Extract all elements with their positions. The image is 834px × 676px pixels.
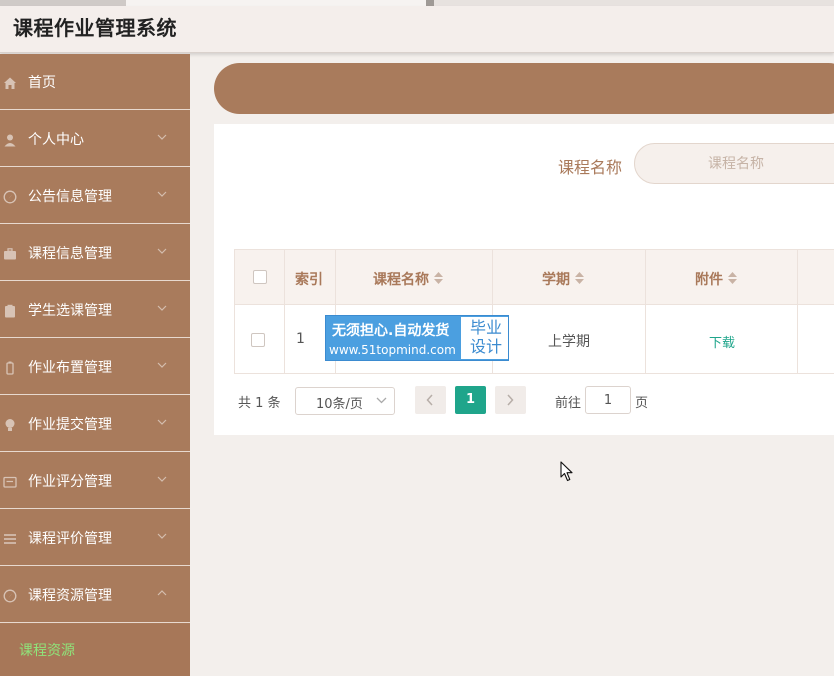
sidebar-item-7[interactable]: 作业提交管理 xyxy=(0,396,190,452)
sidebar-item-9[interactable]: 课程评价管理 xyxy=(0,510,190,566)
sort-icon[interactable] xyxy=(728,272,737,288)
sort-icon[interactable] xyxy=(434,272,443,288)
top-header: 课程作业管理系统 xyxy=(0,6,834,53)
cell-index: 1 xyxy=(296,331,305,347)
column-header-label: 索引 xyxy=(295,272,323,288)
prev-page-button[interactable] xyxy=(415,386,446,414)
sidebar-item-label: 公告信息管理 xyxy=(28,189,112,205)
sidebar-item-label: 作业评分管理 xyxy=(28,474,112,490)
column-header-label: 学期 xyxy=(542,272,570,288)
page-size-select[interactable]: 10条/页 xyxy=(295,387,395,415)
compass-icon xyxy=(3,190,17,204)
sidebar-item-10[interactable]: 课程资源管理 xyxy=(0,567,190,623)
home-icon xyxy=(4,77,16,89)
goto-page-input[interactable] xyxy=(585,386,631,414)
sidebar-item-label: 作业布置管理 xyxy=(28,360,112,376)
app-title: 课程作业管理系统 xyxy=(13,16,177,40)
bulb-icon xyxy=(5,419,15,431)
column-header-label: 课程名称 xyxy=(373,272,429,288)
sidebar-item-8[interactable]: 作业评分管理 xyxy=(0,453,190,509)
sidebar-item-label: 课程评价管理 xyxy=(28,531,112,547)
sidebar-item-label: 首页 xyxy=(28,75,56,91)
column-divider xyxy=(797,250,798,373)
next-page-button[interactable] xyxy=(495,386,526,414)
search-label: 课程名称 xyxy=(558,158,623,177)
sidebar: 首页个人中心公告信息管理 课程信息管理 学生选课管理 作业布置管理 作业提交管理 作业评分… xyxy=(0,54,190,676)
sidebar-item-label: 课程资源管理 xyxy=(28,588,112,604)
briefcase-icon xyxy=(4,248,16,260)
column-divider xyxy=(284,250,285,373)
clipboard-icon xyxy=(5,304,15,318)
column-header-attachment[interactable]: 附件 xyxy=(695,269,737,289)
sidebar-item-4[interactable]: 课程信息管理 xyxy=(0,225,190,281)
sidebar-item-label: 作业提交管理 xyxy=(28,417,112,433)
column-header-index[interactable]: 索引 xyxy=(295,269,323,289)
sidebar-subitem-label: 课程资源 xyxy=(19,643,75,659)
chevron-down-icon[interactable] xyxy=(156,530,168,542)
sidebar-item-5[interactable]: 学生选课管理 xyxy=(0,282,190,338)
sidebar-item-2[interactable]: 个人中心 xyxy=(0,111,190,167)
chevron-down-icon[interactable] xyxy=(156,131,168,143)
battery-icon xyxy=(6,361,14,375)
course-name-search-input[interactable] xyxy=(634,143,834,184)
column-divider xyxy=(645,250,646,373)
sidebar-item-1[interactable]: 首页 xyxy=(0,54,190,110)
cell-term: 上学期 xyxy=(548,334,590,350)
sidebar-item-label: 学生选课管理 xyxy=(28,303,112,319)
page-number-button[interactable]: 1 xyxy=(455,386,486,414)
page-size-value: 10条/页 xyxy=(316,397,363,412)
chevron-down-icon[interactable] xyxy=(156,302,168,314)
column-header-course-name[interactable]: 课程名称 xyxy=(373,269,443,289)
goto-label: 前往 xyxy=(555,396,582,411)
chevron-down-icon[interactable] xyxy=(156,245,168,257)
chevron-down-icon[interactable] xyxy=(156,359,168,371)
chevron-down-icon[interactable] xyxy=(156,188,168,200)
watermark-line1: 无须担心.自动发货 xyxy=(332,323,450,339)
sidebar-subitem-course-resource[interactable]: 课程资源 xyxy=(0,624,190,676)
compass-icon xyxy=(3,589,17,603)
sidebar-item-6[interactable]: 作业布置管理 xyxy=(0,339,190,395)
table-header xyxy=(235,250,834,305)
watermark-badge: 毕业设计 xyxy=(469,318,502,356)
download-link[interactable]: 下载 xyxy=(709,332,735,351)
user-icon xyxy=(4,134,16,147)
sort-icon[interactable] xyxy=(575,272,584,288)
chevron-left-icon xyxy=(426,394,433,406)
row-checkbox[interactable] xyxy=(251,333,265,347)
chevron-right-icon xyxy=(507,394,514,406)
data-table: 索引 课程名称 学期 附件 1 上学期 下载 xyxy=(234,249,834,374)
watermark-line2: www.51topmind.com xyxy=(329,343,456,357)
list-icon xyxy=(4,534,16,544)
watermark-ad: 无须担心.自动发货 www.51topmind.com 毕业设计 xyxy=(325,315,509,361)
chevron-down-icon xyxy=(376,397,387,404)
page-banner xyxy=(214,63,834,114)
select-all-checkbox[interactable] xyxy=(253,270,267,284)
chevron-down-icon[interactable] xyxy=(156,416,168,428)
chevron-down-icon[interactable] xyxy=(156,473,168,485)
pagination-total: 共 1 条 xyxy=(238,396,281,411)
app-window: 课程作业管理系统 首页个人中心公告信息管理 课程信息管理 学生选课管理 作业布置管理作… xyxy=(0,0,834,676)
column-header-term[interactable]: 学期 xyxy=(542,269,584,289)
mouse-cursor-icon xyxy=(560,461,573,482)
column-header-label: 附件 xyxy=(695,272,723,288)
page-suffix-label: 页 xyxy=(635,396,649,411)
sidebar-item-label: 个人中心 xyxy=(28,132,84,148)
card-icon xyxy=(3,476,17,488)
sidebar-item-3[interactable]: 公告信息管理 xyxy=(0,168,190,224)
chevron-up-icon[interactable] xyxy=(156,587,168,599)
sidebar-item-label: 课程信息管理 xyxy=(28,246,112,262)
